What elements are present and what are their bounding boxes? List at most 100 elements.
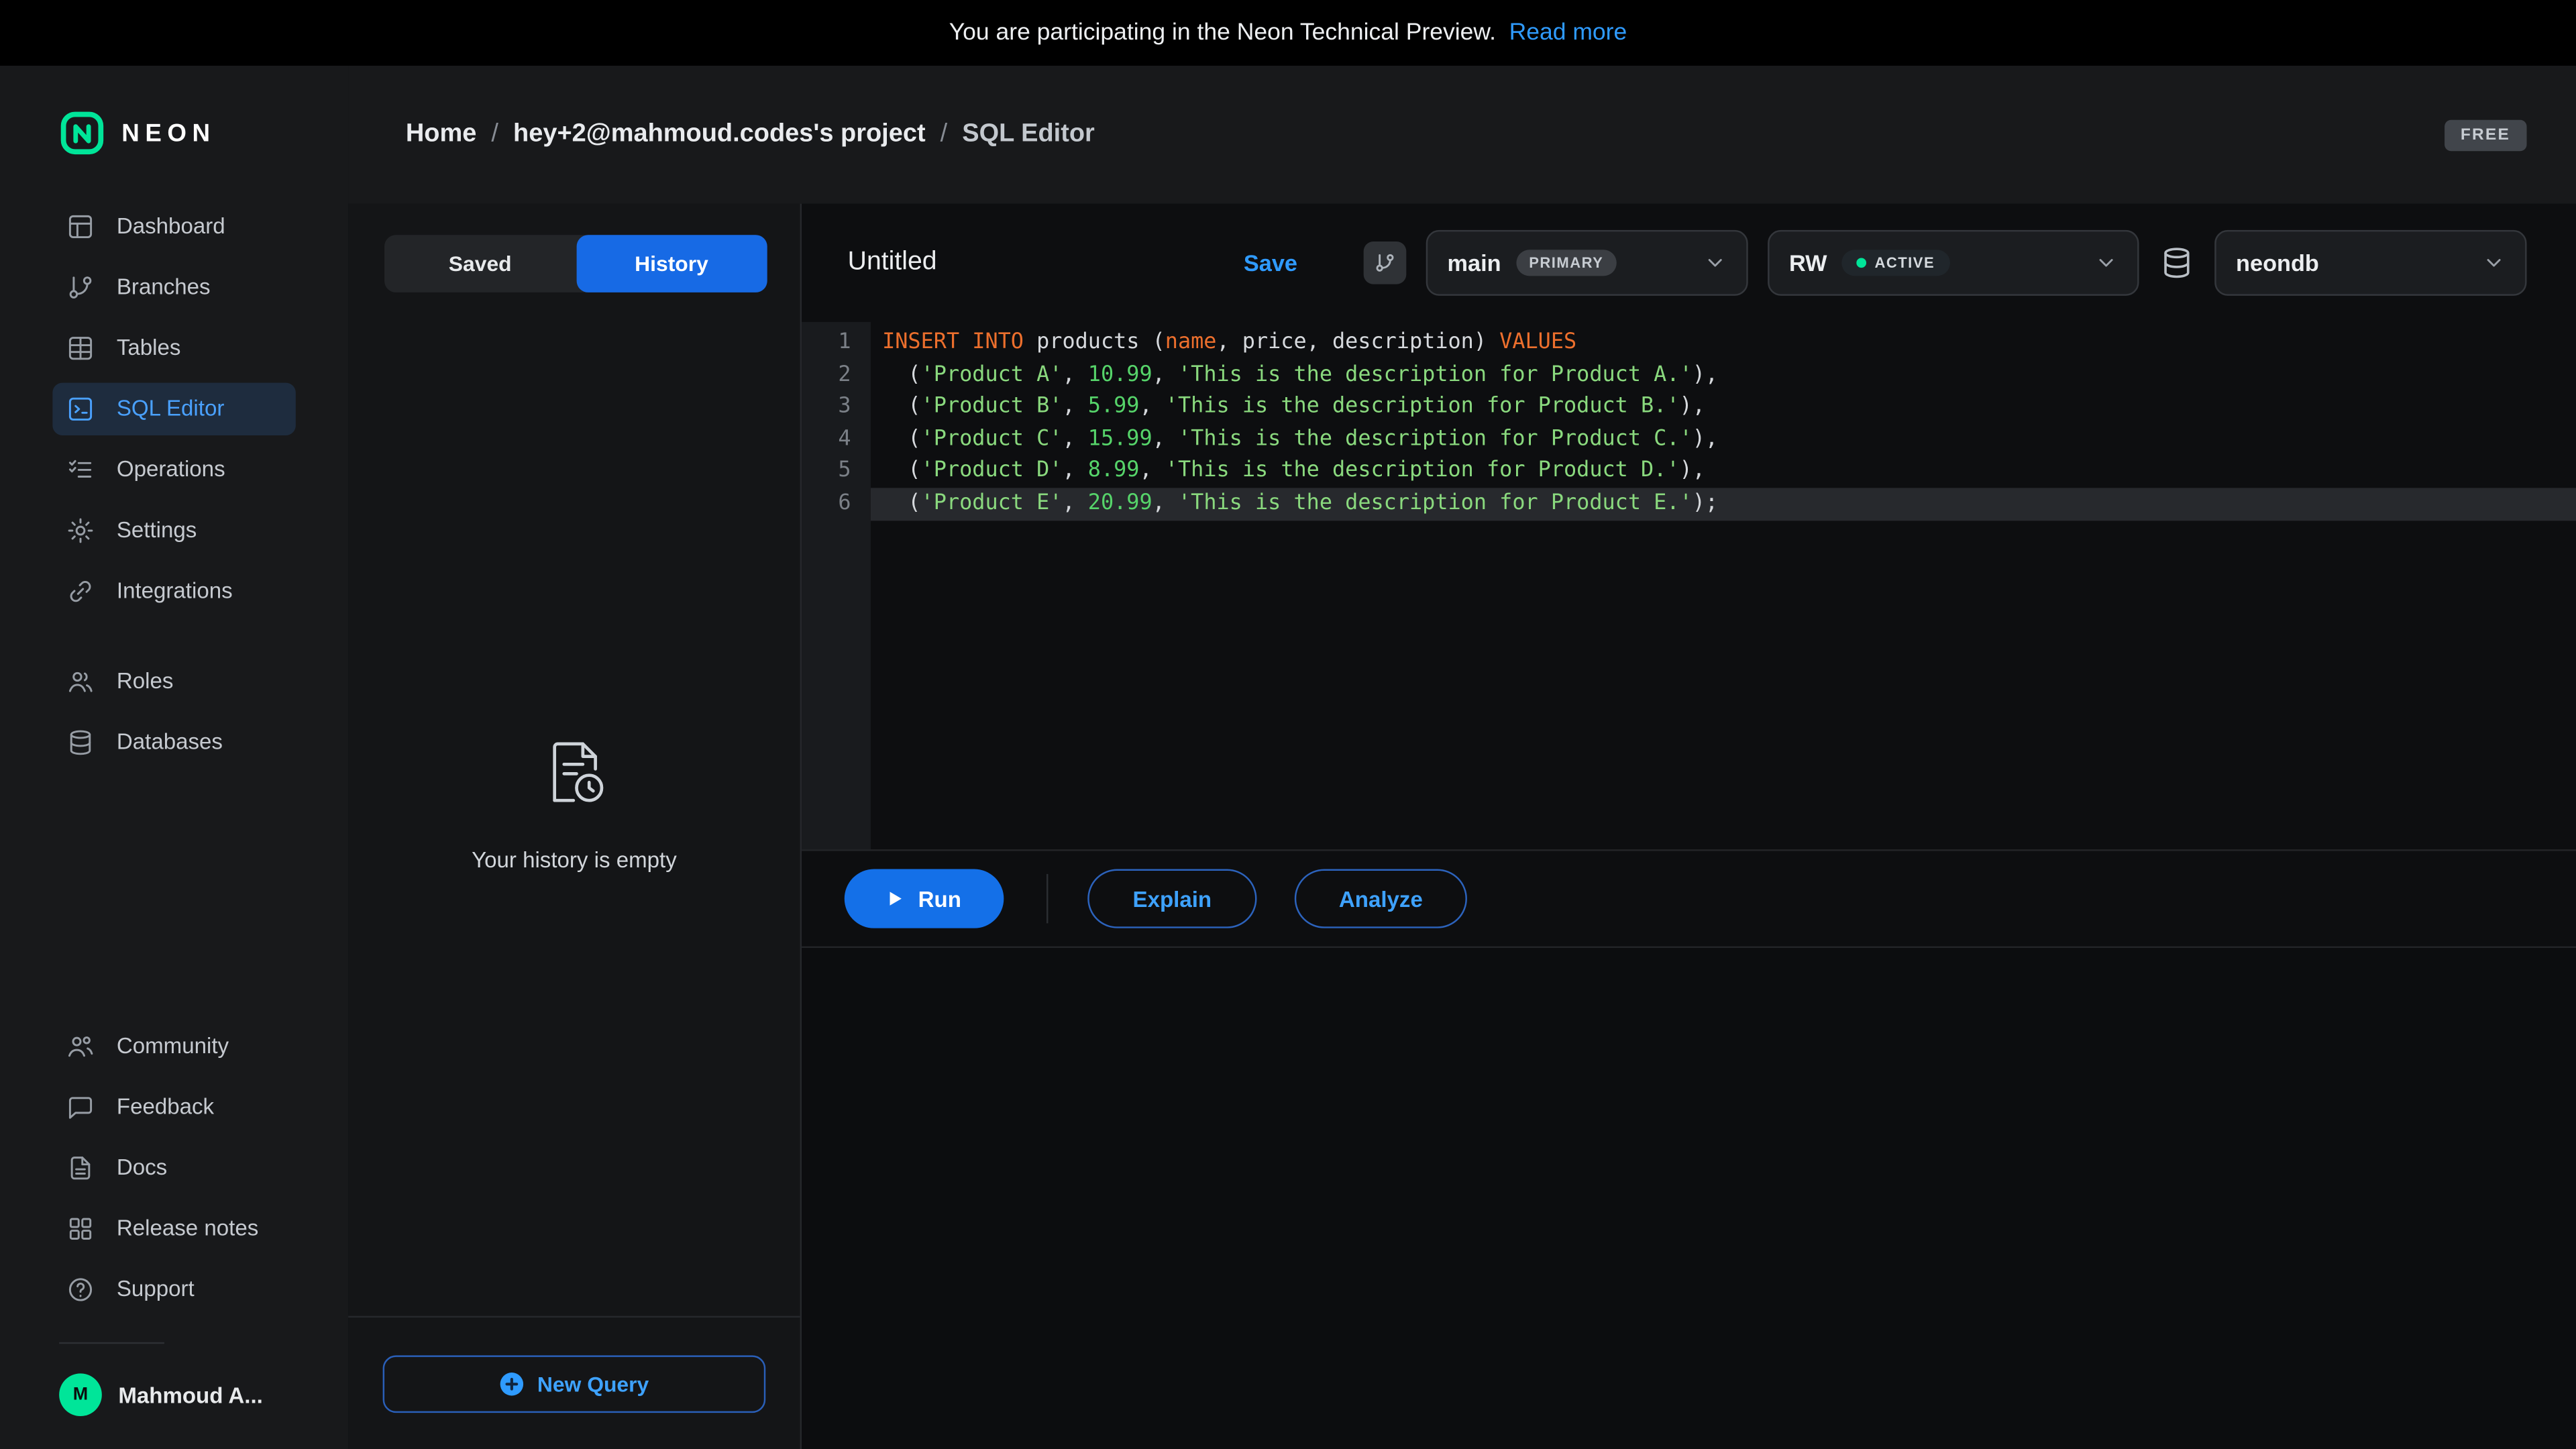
dashboard-icon: [66, 211, 95, 241]
user-menu[interactable]: M Mahmoud A...: [0, 1364, 348, 1449]
sidebar-item-roles[interactable]: Roles: [52, 655, 295, 707]
analyze-button[interactable]: Analyze: [1295, 869, 1467, 928]
sidebar-item-community[interactable]: Community: [52, 1020, 295, 1072]
breadcrumb-current-page: SQL Editor: [962, 120, 1095, 150]
query-tabs: Saved History: [384, 235, 767, 292]
line-number: 4: [802, 423, 851, 455]
sidebar-divider: [59, 1342, 164, 1344]
database-name: neondb: [2236, 250, 2319, 276]
sidebar-item-support[interactable]: Support: [52, 1263, 295, 1315]
endpoint-select[interactable]: RW ACTIVE: [1768, 230, 2139, 296]
tab-history[interactable]: History: [576, 235, 767, 292]
database-select[interactable]: neondb: [2214, 230, 2526, 296]
history-empty-icon: [538, 736, 610, 808]
chevron-down-icon: [2094, 252, 2117, 274]
results-area: [802, 947, 2576, 1449]
sidebar-item-integrations[interactable]: Integrations: [52, 564, 295, 616]
play-icon: [887, 889, 903, 908]
editor-header: Untitled Save main PRIMARY: [802, 204, 2576, 322]
sidebar-item-operations[interactable]: Operations: [52, 443, 295, 495]
user-name: Mahmoud A...: [118, 1383, 263, 1407]
endpoint-name: RW: [1789, 250, 1827, 276]
sidebar-item-label: Release notes: [117, 1216, 258, 1240]
chevron-down-icon: [2482, 252, 2505, 274]
sidebar-item-label: Feedback: [117, 1094, 214, 1119]
sidebar-item-label: Community: [117, 1033, 229, 1058]
operations-icon: [66, 454, 95, 484]
branch-select[interactable]: main PRIMARY: [1426, 230, 1748, 296]
sidebar-item-label: Databases: [117, 729, 223, 754]
editor-actions: Run Explain Analyze: [802, 849, 2576, 946]
roles-icon: [66, 666, 95, 696]
line-number: 1: [802, 327, 851, 359]
sidebar-item-tables[interactable]: Tables: [52, 321, 295, 374]
code-line: ('Product D', 8.99, 'This is the descrip…: [871, 455, 2576, 488]
code-gutter: 123456: [802, 322, 871, 849]
sidebar: NEON Dashboard Branches Tables SQL Edito…: [0, 66, 348, 1449]
run-label: Run: [918, 886, 961, 911]
branches-icon: [66, 272, 95, 301]
topbar: Home / hey+2@mahmoud.codes's project / S…: [348, 66, 2576, 204]
explain-button[interactable]: Explain: [1087, 869, 1256, 928]
preview-banner: You are participating in the Neon Techni…: [0, 0, 2576, 66]
history-empty-text: Your history is empty: [472, 848, 677, 873]
tab-saved[interactable]: Saved: [384, 235, 576, 292]
release-notes-icon: [66, 1214, 95, 1243]
breadcrumb-home[interactable]: Home: [406, 120, 476, 150]
neon-wordmark: NEON: [121, 119, 215, 148]
plan-badge: FREE: [2444, 119, 2526, 151]
sql-editor-panel: Untitled Save main PRIMARY: [802, 204, 2576, 1449]
line-number: 3: [802, 391, 851, 423]
sidebar-item-label: Docs: [117, 1155, 167, 1180]
query-title[interactable]: Untitled: [848, 248, 1244, 278]
query-list-panel: Saved History Your history is empty: [348, 204, 802, 1449]
code-line: ('Product E', 20.99, 'This is the descri…: [871, 488, 2576, 520]
active-badge: ACTIVE: [1841, 250, 1949, 276]
sidebar-item-branches[interactable]: Branches: [52, 260, 295, 313]
primary-badge: PRIMARY: [1516, 250, 1617, 276]
breadcrumb-separator: /: [941, 120, 948, 150]
code-line: ('Product C', 15.99, 'This is the descri…: [871, 423, 2576, 455]
tables-icon: [66, 333, 95, 362]
app-window: You are participating in the Neon Techni…: [0, 0, 2576, 1449]
preview-banner-text: You are participating in the Neon Techni…: [949, 19, 1496, 46]
sidebar-item-label: Integrations: [117, 578, 233, 603]
support-icon: [66, 1274, 95, 1303]
sidebar-item-label: Settings: [117, 517, 197, 542]
line-number: 5: [802, 455, 851, 488]
new-query-button[interactable]: New Query: [383, 1354, 766, 1412]
sidebar-item-label: Dashboard: [117, 213, 225, 238]
code-line: ('Product B', 5.99, 'This is the descrip…: [871, 391, 2576, 423]
sidebar-item-feedback[interactable]: Feedback: [52, 1080, 295, 1132]
plus-circle-icon: [500, 1371, 525, 1396]
neon-logo[interactable]: NEON: [0, 66, 348, 195]
run-button[interactable]: Run: [845, 869, 1004, 928]
breadcrumb-project[interactable]: hey+2@mahmoud.codes's project: [513, 120, 926, 150]
sidebar-item-docs[interactable]: Docs: [52, 1141, 295, 1193]
line-number: 2: [802, 359, 851, 391]
read-more-link[interactable]: Read more: [1509, 19, 1627, 46]
code-line: INSERT INTO products (name, price, descr…: [871, 327, 2576, 359]
code-editor[interactable]: 123456 INSERT INTO products (name, price…: [802, 322, 2576, 849]
actions-divider: [1046, 874, 1048, 923]
sidebar-item-label: Support: [117, 1277, 195, 1301]
sidebar-item-label: Roles: [117, 669, 174, 694]
sidebar-item-sql-editor[interactable]: SQL Editor: [52, 382, 295, 434]
chevron-down-icon: [1704, 252, 1727, 274]
save-button[interactable]: Save: [1244, 250, 1297, 276]
branch-chip-button[interactable]: [1364, 241, 1407, 284]
sidebar-item-dashboard[interactable]: Dashboard: [52, 200, 295, 252]
sidebar-item-settings[interactable]: Settings: [52, 504, 295, 556]
community-icon: [66, 1031, 95, 1061]
sidebar-item-databases[interactable]: Databases: [52, 716, 295, 768]
breadcrumb-separator: /: [491, 120, 498, 150]
active-dot-icon: [1857, 258, 1867, 268]
history-empty-state: Your history is empty: [348, 292, 800, 1316]
sidebar-item-release-notes[interactable]: Release notes: [52, 1201, 295, 1254]
feedback-icon: [66, 1091, 95, 1121]
branch-name: main: [1448, 250, 1501, 276]
sidebar-item-label: Operations: [117, 457, 225, 482]
databases-icon: [66, 727, 95, 757]
code-lines: INSERT INTO products (name, price, descr…: [871, 322, 2576, 849]
sidebar-item-label: Tables: [117, 335, 181, 360]
